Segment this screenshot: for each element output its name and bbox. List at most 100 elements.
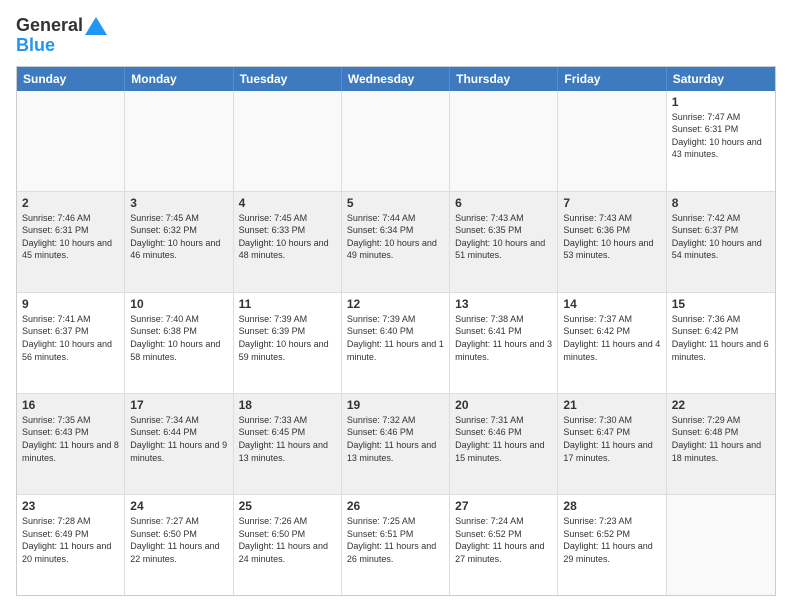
cell-info: Sunrise: 7:43 AM Sunset: 6:35 PM Dayligh… bbox=[455, 212, 552, 262]
cal-cell: 2 Sunrise: 7:46 AM Sunset: 6:31 PM Daylig… bbox=[17, 192, 125, 292]
cal-cell: 15 Sunrise: 7:36 AM Sunset: 6:42 PM Dayli… bbox=[667, 293, 775, 393]
day-number: 17 bbox=[130, 398, 227, 412]
cal-cell bbox=[17, 91, 125, 191]
cal-cell: 13 Sunrise: 7:38 AM Sunset: 6:41 PM Dayli… bbox=[450, 293, 558, 393]
cal-cell bbox=[450, 91, 558, 191]
cell-info: Sunrise: 7:39 AM Sunset: 6:40 PM Dayligh… bbox=[347, 313, 444, 363]
page: General Blue SundayMondayTuesdayWednesda… bbox=[0, 0, 792, 612]
cell-info: Sunrise: 7:24 AM Sunset: 6:52 PM Dayligh… bbox=[455, 515, 552, 565]
day-number: 18 bbox=[239, 398, 336, 412]
calendar: SundayMondayTuesdayWednesdayThursdayFrid… bbox=[16, 66, 776, 596]
cal-cell: 28 Sunrise: 7:23 AM Sunset: 6:52 PM Dayli… bbox=[558, 495, 666, 595]
calendar-header: SundayMondayTuesdayWednesdayThursdayFrid… bbox=[17, 67, 775, 91]
day-number: 14 bbox=[563, 297, 660, 311]
cell-info: Sunrise: 7:25 AM Sunset: 6:51 PM Dayligh… bbox=[347, 515, 444, 565]
cal-cell: 16Sunrise: 7:35 AM Sunset: 6:43 PM Dayli… bbox=[17, 394, 125, 494]
cell-info: Sunrise: 7:34 AM Sunset: 6:44 PM Dayligh… bbox=[130, 414, 227, 464]
day-number: 25 bbox=[239, 499, 336, 513]
cell-info: Sunrise: 7:29 AM Sunset: 6:48 PM Dayligh… bbox=[672, 414, 770, 464]
cal-cell: 14 Sunrise: 7:37 AM Sunset: 6:42 PM Dayli… bbox=[558, 293, 666, 393]
cell-info: Sunrise: 7:38 AM Sunset: 6:41 PM Dayligh… bbox=[455, 313, 552, 363]
day-number: 26 bbox=[347, 499, 444, 513]
cell-info: Sunrise: 7:35 AM Sunset: 6:43 PM Dayligh… bbox=[22, 414, 119, 464]
logo-icon bbox=[85, 17, 107, 35]
day-number: 7 bbox=[563, 196, 660, 210]
cell-info: Sunrise: 7:30 AM Sunset: 6:47 PM Dayligh… bbox=[563, 414, 660, 464]
cell-info: Sunrise: 7:33 AM Sunset: 6:45 PM Dayligh… bbox=[239, 414, 336, 464]
cal-cell: 23 Sunrise: 7:28 AM Sunset: 6:49 PM Dayli… bbox=[17, 495, 125, 595]
cal-cell bbox=[558, 91, 666, 191]
day-number: 24 bbox=[130, 499, 227, 513]
day-number: 3 bbox=[130, 196, 227, 210]
cal-cell: 8 Sunrise: 7:42 AM Sunset: 6:37 PM Daylig… bbox=[667, 192, 775, 292]
day-number: 5 bbox=[347, 196, 444, 210]
cell-info: Sunrise: 7:40 AM Sunset: 6:38 PM Dayligh… bbox=[130, 313, 227, 363]
day-number: 23 bbox=[22, 499, 119, 513]
cal-cell: 7 Sunrise: 7:43 AM Sunset: 6:36 PM Daylig… bbox=[558, 192, 666, 292]
cal-cell bbox=[667, 495, 775, 595]
cal-cell: 25Sunrise: 7:26 AM Sunset: 6:50 PM Dayli… bbox=[234, 495, 342, 595]
week-row-4: 16Sunrise: 7:35 AM Sunset: 6:43 PM Dayli… bbox=[17, 394, 775, 495]
logo-blue: Blue bbox=[16, 36, 107, 56]
cell-info: Sunrise: 7:42 AM Sunset: 6:37 PM Dayligh… bbox=[672, 212, 770, 262]
day-number: 20 bbox=[455, 398, 552, 412]
cell-info: Sunrise: 7:46 AM Sunset: 6:31 PM Dayligh… bbox=[22, 212, 119, 262]
day-number: 8 bbox=[672, 196, 770, 210]
cal-cell: 24Sunrise: 7:27 AM Sunset: 6:50 PM Dayli… bbox=[125, 495, 233, 595]
cal-cell: 18 Sunrise: 7:33 AM Sunset: 6:45 PM Dayli… bbox=[234, 394, 342, 494]
day-number: 12 bbox=[347, 297, 444, 311]
day-number: 4 bbox=[239, 196, 336, 210]
cell-info: Sunrise: 7:44 AM Sunset: 6:34 PM Dayligh… bbox=[347, 212, 444, 262]
day-number: 22 bbox=[672, 398, 770, 412]
week-row-5: 23 Sunrise: 7:28 AM Sunset: 6:49 PM Dayli… bbox=[17, 495, 775, 595]
cell-info: Sunrise: 7:39 AM Sunset: 6:39 PM Dayligh… bbox=[239, 313, 336, 363]
cal-cell: 4Sunrise: 7:45 AM Sunset: 6:33 PM Daylig… bbox=[234, 192, 342, 292]
day-header-tuesday: Tuesday bbox=[234, 67, 342, 91]
logo: General Blue bbox=[16, 16, 107, 56]
day-header-wednesday: Wednesday bbox=[342, 67, 450, 91]
cal-cell bbox=[125, 91, 233, 191]
week-row-1: 1 Sunrise: 7:47 AM Sunset: 6:31 PM Daylig… bbox=[17, 91, 775, 192]
day-header-sunday: Sunday bbox=[17, 67, 125, 91]
cal-cell: 20 Sunrise: 7:31 AM Sunset: 6:46 PM Dayli… bbox=[450, 394, 558, 494]
cell-info: Sunrise: 7:36 AM Sunset: 6:42 PM Dayligh… bbox=[672, 313, 770, 363]
cell-info: Sunrise: 7:37 AM Sunset: 6:42 PM Dayligh… bbox=[563, 313, 660, 363]
cal-cell: 1 Sunrise: 7:47 AM Sunset: 6:31 PM Daylig… bbox=[667, 91, 775, 191]
day-number: 9 bbox=[22, 297, 119, 311]
day-number: 10 bbox=[130, 297, 227, 311]
header: General Blue bbox=[16, 16, 776, 56]
day-number: 21 bbox=[563, 398, 660, 412]
cell-info: Sunrise: 7:43 AM Sunset: 6:36 PM Dayligh… bbox=[563, 212, 660, 262]
calendar-body: 1 Sunrise: 7:47 AM Sunset: 6:31 PM Daylig… bbox=[17, 91, 775, 595]
cal-cell: 6 Sunrise: 7:43 AM Sunset: 6:35 PM Daylig… bbox=[450, 192, 558, 292]
cell-info: Sunrise: 7:47 AM Sunset: 6:31 PM Dayligh… bbox=[672, 111, 770, 161]
cal-cell bbox=[342, 91, 450, 191]
day-number: 15 bbox=[672, 297, 770, 311]
day-number: 19 bbox=[347, 398, 444, 412]
cell-info: Sunrise: 7:31 AM Sunset: 6:46 PM Dayligh… bbox=[455, 414, 552, 464]
day-header-saturday: Saturday bbox=[667, 67, 775, 91]
cal-cell: 19 Sunrise: 7:32 AM Sunset: 6:46 PM Dayli… bbox=[342, 394, 450, 494]
cell-info: Sunrise: 7:28 AM Sunset: 6:49 PM Dayligh… bbox=[22, 515, 119, 565]
day-number: 13 bbox=[455, 297, 552, 311]
week-row-2: 2 Sunrise: 7:46 AM Sunset: 6:31 PM Daylig… bbox=[17, 192, 775, 293]
day-header-monday: Monday bbox=[125, 67, 233, 91]
day-number: 27 bbox=[455, 499, 552, 513]
cal-cell: 10 Sunrise: 7:40 AM Sunset: 6:38 PM Dayli… bbox=[125, 293, 233, 393]
cal-cell bbox=[234, 91, 342, 191]
cell-info: Sunrise: 7:23 AM Sunset: 6:52 PM Dayligh… bbox=[563, 515, 660, 565]
cal-cell: 17 Sunrise: 7:34 AM Sunset: 6:44 PM Dayli… bbox=[125, 394, 233, 494]
cell-info: Sunrise: 7:32 AM Sunset: 6:46 PM Dayligh… bbox=[347, 414, 444, 464]
cal-cell: 3Sunrise: 7:45 AM Sunset: 6:32 PM Daylig… bbox=[125, 192, 233, 292]
day-number: 11 bbox=[239, 297, 336, 311]
cal-cell: 5 Sunrise: 7:44 AM Sunset: 6:34 PM Daylig… bbox=[342, 192, 450, 292]
day-number: 1 bbox=[672, 95, 770, 109]
cal-cell: 12 Sunrise: 7:39 AM Sunset: 6:40 PM Dayli… bbox=[342, 293, 450, 393]
cell-info: Sunrise: 7:41 AM Sunset: 6:37 PM Dayligh… bbox=[22, 313, 119, 363]
day-header-thursday: Thursday bbox=[450, 67, 558, 91]
cal-cell: 26 Sunrise: 7:25 AM Sunset: 6:51 PM Dayli… bbox=[342, 495, 450, 595]
day-number: 28 bbox=[563, 499, 660, 513]
day-number: 6 bbox=[455, 196, 552, 210]
day-number: 2 bbox=[22, 196, 119, 210]
cal-cell: 9 Sunrise: 7:41 AM Sunset: 6:37 PM Daylig… bbox=[17, 293, 125, 393]
